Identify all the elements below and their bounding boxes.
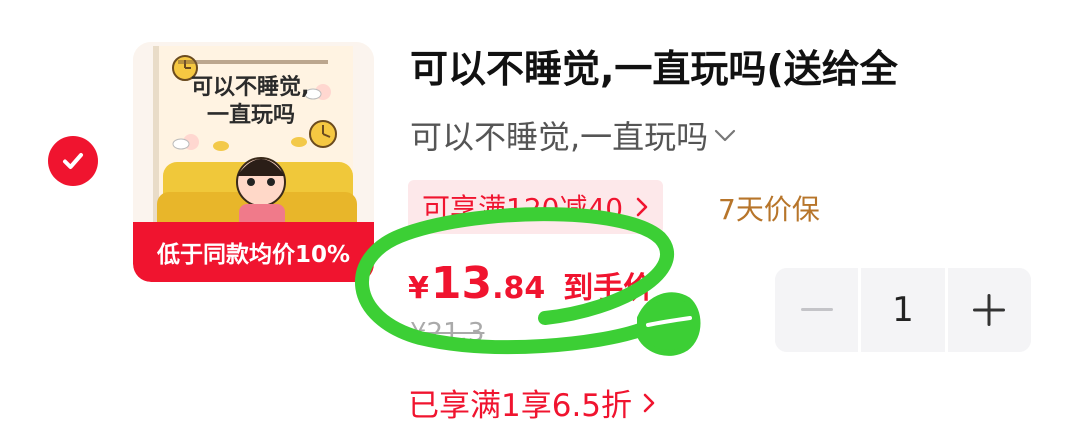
chevron-down-icon (715, 129, 736, 142)
select-item-checkbox[interactable] (48, 136, 98, 186)
decrease-button[interactable] (775, 268, 859, 352)
coupon-label: 可享满120减40 (422, 192, 624, 225)
check-icon (63, 153, 83, 169)
variant-label: 可以不睡觉,一直玩吗 (410, 118, 709, 156)
price-decimal: .84 (492, 271, 546, 306)
product-title[interactable]: 可以不睡觉,一直玩吗(送给全 (410, 38, 1050, 93)
final-price: ¥ 13 .84 到手价 (408, 258, 653, 309)
minus-icon (800, 308, 833, 311)
chevron-right-icon (636, 197, 648, 217)
increase-button[interactable] (947, 268, 1031, 352)
discount-label: 已享满1享6.5折 (408, 388, 633, 424)
price-currency: ¥ (408, 271, 429, 306)
cover-title-line1: 可以不睡觉, (191, 75, 309, 100)
plus-icon (973, 294, 1006, 326)
price-integer: 13 (430, 258, 493, 309)
chevron-right-icon (643, 393, 655, 412)
quantity-value: 1 (892, 290, 914, 330)
original-price: ¥21.3 (410, 318, 485, 348)
variant-selector[interactable]: 可以不睡觉,一直玩吗 (410, 112, 736, 158)
price-label: 到手价 (563, 271, 654, 306)
quantity-stepper: 1 (775, 268, 1031, 352)
product-image[interactable]: 可以不睡觉, 一直玩吗 低于同款均价10% (133, 42, 374, 282)
quantity-field[interactable]: 1 (861, 268, 945, 352)
coupon-chip[interactable]: 可享满120减40 (408, 180, 664, 234)
price-compare-badge: 低于同款均价10% (133, 222, 374, 282)
price-guarantee-label: 7天价保 (718, 193, 820, 226)
cover-title-line2: 一直玩吗 (207, 102, 295, 128)
discount-info[interactable]: 已享满1享6.5折 (408, 380, 656, 425)
